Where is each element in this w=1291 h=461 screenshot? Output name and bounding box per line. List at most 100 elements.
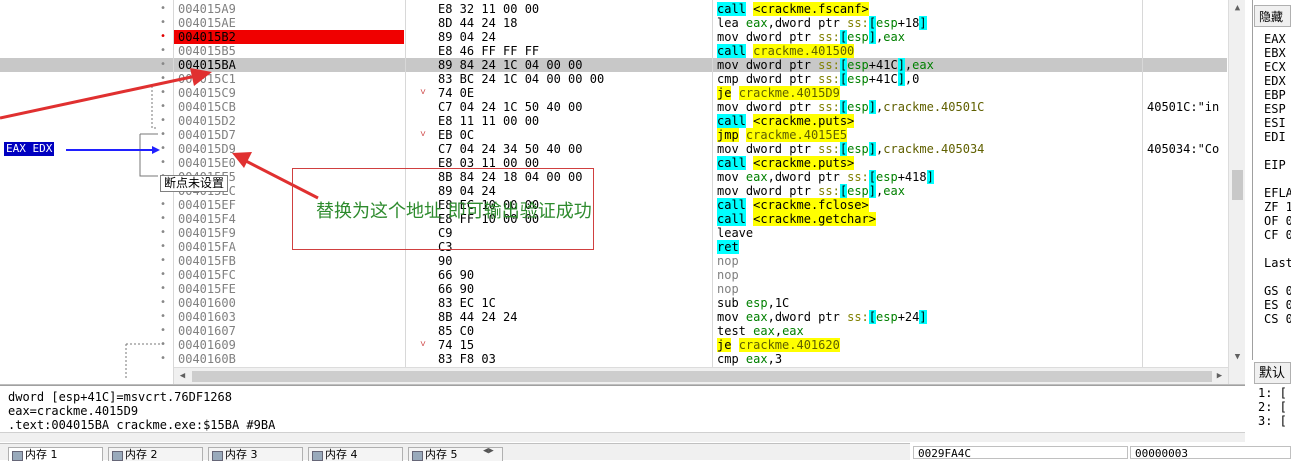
comment-cell[interactable] [1147, 86, 1227, 100]
comment-cell[interactable] [1147, 324, 1227, 338]
comment-cell[interactable] [1147, 2, 1227, 16]
comment-cell[interactable] [1147, 338, 1227, 352]
instruction-cell[interactable]: cmp eax,3 [717, 352, 1147, 366]
scroll-thumb[interactable] [192, 371, 1212, 382]
comment-cell[interactable] [1147, 16, 1227, 30]
info-line: .text:004015BA crackme.exe:$15BA #9BA [8, 418, 276, 432]
memory-icon [312, 451, 323, 461]
comment-cell[interactable] [1147, 352, 1227, 366]
dump-value-field[interactable]: 00000003 [1130, 446, 1291, 460]
tab-scroll-icon[interactable]: ◀▶ [483, 446, 494, 456]
register-line[interactable]: EDX [1264, 74, 1286, 88]
stack-arg-line: 2: [ [1258, 400, 1287, 414]
register-line[interactable]: OF 0 [1264, 214, 1291, 228]
register-line[interactable]: GS 0 [1264, 284, 1291, 298]
comment-cell[interactable] [1147, 310, 1227, 324]
comment-cell[interactable] [1147, 72, 1227, 86]
memory-icon [412, 451, 423, 461]
info-line: dword [esp+41C]=msvcrt.76DF1268 [8, 390, 232, 404]
register-line[interactable]: ESI [1264, 116, 1286, 130]
register-line[interactable]: ES 0 [1264, 298, 1291, 312]
tab-label: 内存 2 [125, 448, 158, 461]
instruction-cell[interactable]: call <crackme.puts> [717, 156, 1147, 170]
comment-cell[interactable] [1147, 268, 1227, 282]
scroll-left-icon[interactable]: ◀ [176, 370, 189, 383]
info-scrollbar[interactable] [0, 432, 1245, 442]
register-line[interactable]: CS 0 [1264, 312, 1291, 326]
memory-icon [112, 451, 123, 461]
instruction-cell[interactable]: ret [717, 240, 1147, 254]
instruction-cell[interactable]: mov eax,dword ptr ss:[esp+24] [717, 310, 1147, 324]
comment-cell[interactable]: 405034:"Co [1147, 142, 1227, 156]
stack-arg-line: 3: [ [1258, 414, 1287, 428]
scroll-right-icon[interactable]: ▶ [1213, 370, 1226, 383]
horizontal-scrollbar[interactable]: ◀ ▶ [174, 367, 1228, 384]
vertical-scrollbar[interactable]: ▲ ▼ [1228, 0, 1245, 384]
instruction-cell[interactable]: nop [717, 268, 1147, 282]
comment-cell[interactable]: 40501C:"in [1147, 100, 1227, 114]
instruction-cell[interactable]: mov dword ptr ss:[esp],eax [717, 30, 1147, 44]
scroll-down-icon[interactable]: ▼ [1231, 351, 1244, 364]
instruction-cell[interactable]: call <crackme.fscanf> [717, 2, 1147, 16]
instruction-cell[interactable]: lea eax,dword ptr ss:[esp+18] [717, 16, 1147, 30]
instruction-cell[interactable]: mov eax,dword ptr ss:[esp+418] [717, 170, 1147, 184]
scroll-thumb[interactable] [1232, 170, 1243, 200]
comment-cell[interactable] [1147, 128, 1227, 142]
register-line[interactable]: EDI [1264, 130, 1286, 144]
comment-cell[interactable] [1147, 170, 1227, 184]
instruction-cell[interactable]: call <crackme.fclose> [717, 198, 1147, 212]
instruction-cell[interactable]: call crackme.401500 [717, 44, 1147, 58]
instruction-cell[interactable]: mov dword ptr ss:[esp],eax [717, 184, 1147, 198]
info-pane: dword [esp+41C]=msvcrt.76DF1268 eax=crac… [0, 385, 1245, 433]
register-line[interactable]: EIP [1264, 158, 1286, 172]
comment-cell[interactable] [1147, 226, 1227, 240]
dump-address-field[interactable]: 0029FA4C [913, 446, 1128, 460]
hide-fpu-button[interactable]: 隐藏 [1254, 5, 1291, 27]
register-line[interactable]: ESP [1264, 102, 1286, 116]
memory-icon [212, 451, 223, 461]
instruction-cell[interactable]: mov dword ptr ss:[esp],crackme.405034 [717, 142, 1147, 156]
memory-icon [12, 451, 23, 461]
comment-cell[interactable] [1147, 44, 1227, 58]
instruction-cell[interactable]: nop [717, 282, 1147, 296]
comment-cell[interactable] [1147, 198, 1227, 212]
stack-arg-line: 1: [ [1258, 386, 1287, 400]
instruction-cell[interactable]: call <crackme.puts> [717, 114, 1147, 128]
instruction-cell[interactable]: sub esp,1C [717, 296, 1147, 310]
register-line[interactable]: CF 0 [1264, 228, 1291, 242]
comment-cell[interactable] [1147, 156, 1227, 170]
comment-cell[interactable] [1147, 240, 1227, 254]
instruction-cell[interactable]: je crackme.401620 [717, 338, 1147, 352]
comment-cell[interactable] [1147, 58, 1227, 72]
instruction-cell[interactable]: leave [717, 226, 1147, 240]
instruction-cell[interactable]: jmp crackme.4015E5 [717, 128, 1147, 142]
call-convention-dropdown[interactable]: 默认 [1254, 362, 1291, 384]
annotation-text: 替换为这个地址 即可输出验证成功 [316, 201, 592, 222]
column-separator [1142, 0, 1143, 384]
register-line[interactable]: ECX [1264, 60, 1286, 74]
info-line: eax=crackme.4015D9 [8, 404, 139, 418]
instruction-cell[interactable]: je crackme.4015D9 [717, 86, 1147, 100]
comment-cell[interactable] [1147, 296, 1227, 310]
register-line[interactable]: Last [1264, 256, 1291, 270]
instruction-cell[interactable]: mov dword ptr ss:[esp+41C],eax [717, 58, 1147, 72]
instruction-cell[interactable]: nop [717, 254, 1147, 268]
register-line[interactable]: EBP [1264, 88, 1286, 102]
comment-cell[interactable] [1147, 30, 1227, 44]
scroll-up-icon[interactable]: ▲ [1231, 2, 1244, 15]
tab-label: 内存 5 [425, 448, 458, 461]
register-line[interactable]: EAX [1264, 32, 1286, 46]
disassembly-view[interactable]: • 004015A9 E8 32 11 00 00 call <crackme.fsc… [0, 0, 1245, 385]
register-line[interactable]: EFLA [1264, 186, 1291, 200]
register-line[interactable]: EBX [1264, 46, 1286, 60]
comment-cell[interactable] [1147, 282, 1227, 296]
instruction-cell[interactable]: mov dword ptr ss:[esp],crackme.40501C [717, 100, 1147, 114]
comment-cell[interactable] [1147, 212, 1227, 226]
comment-cell[interactable] [1147, 184, 1227, 198]
comment-cell[interactable] [1147, 254, 1227, 268]
instruction-cell[interactable]: cmp dword ptr ss:[esp+41C],0 [717, 72, 1147, 86]
register-line[interactable]: ZF 1 [1264, 200, 1291, 214]
comment-cell[interactable] [1147, 114, 1227, 128]
instruction-cell[interactable]: call <crackme.getchar> [717, 212, 1147, 226]
instruction-cell[interactable]: test eax,eax [717, 324, 1147, 338]
